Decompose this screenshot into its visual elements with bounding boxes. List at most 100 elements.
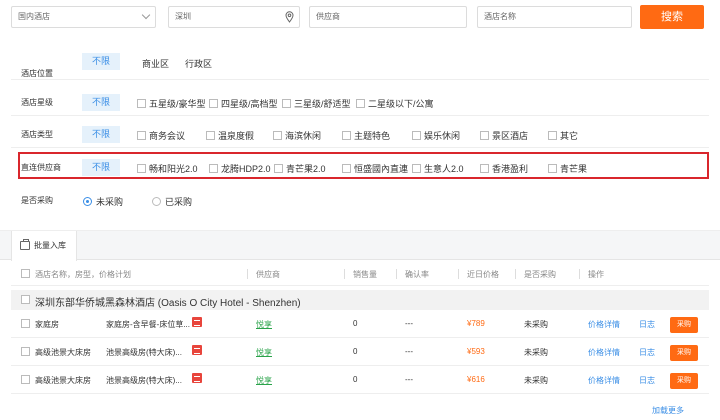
type-option-label: 主题特色 bbox=[354, 131, 391, 141]
purchased-option-no[interactable]: 未采购 bbox=[83, 195, 123, 208]
table-header: 酒店名称，房型，价格计划 供应商 销售量 确认率 近日价格 是否采购 操作 bbox=[11, 262, 709, 286]
purchase-button[interactable]: 采购 bbox=[670, 317, 698, 333]
log-link[interactable]: 日志 bbox=[639, 375, 655, 386]
supplier-highlight-box bbox=[18, 152, 709, 179]
column-divider bbox=[396, 269, 397, 279]
filter-label-star: 酒店星级 bbox=[21, 98, 53, 107]
checkbox[interactable] bbox=[480, 131, 489, 140]
location-option[interactable]: 行政区 bbox=[185, 57, 212, 70]
log-link[interactable]: 日志 bbox=[639, 319, 655, 330]
star-option-label: 五星级/豪华型 bbox=[149, 99, 206, 109]
type-option[interactable]: 娱乐休闲 bbox=[412, 129, 460, 142]
briefcase-icon bbox=[20, 239, 30, 250]
recent-price: ¥616 bbox=[467, 375, 485, 384]
checkbox[interactable] bbox=[282, 99, 291, 108]
row-checkbox[interactable] bbox=[21, 375, 30, 384]
purchased-option-yes[interactable]: 已采购 bbox=[152, 195, 192, 208]
hotel-checkbox[interactable] bbox=[21, 295, 30, 304]
filter-label-location: 酒店位置 bbox=[21, 69, 53, 78]
col-header-sales: 销售量 bbox=[353, 270, 377, 279]
checkbox[interactable] bbox=[548, 131, 557, 140]
checkbox[interactable] bbox=[273, 131, 282, 140]
star-option[interactable]: 四星级/高档型 bbox=[209, 97, 278, 110]
col-header-confirm: 确认率 bbox=[405, 270, 429, 279]
star-option[interactable]: 三星级/舒适型 bbox=[282, 97, 351, 110]
radio-selected[interactable] bbox=[83, 197, 92, 206]
sales-count: 0 bbox=[353, 375, 358, 384]
location-pin-icon bbox=[285, 11, 294, 23]
col-header-purchased: 是否采购 bbox=[524, 270, 556, 279]
col-header-actions: 操作 bbox=[588, 270, 604, 279]
type-unlimited[interactable]: 不限 bbox=[82, 126, 120, 143]
confirm-rate: --- bbox=[405, 347, 413, 356]
checkbox[interactable] bbox=[342, 131, 351, 140]
supplier-link[interactable]: 悦享 bbox=[256, 319, 272, 330]
log-link[interactable]: 日志 bbox=[639, 347, 655, 358]
purchase-button[interactable]: 采购 bbox=[670, 345, 698, 361]
rate-plan: 池景高级房(特大床)... bbox=[106, 376, 182, 385]
type-option[interactable]: 商务会议 bbox=[137, 129, 185, 142]
room-name: 高级池景大床房 bbox=[35, 376, 91, 385]
col-header-supplier: 供应商 bbox=[256, 270, 280, 279]
location-unlimited[interactable]: 不限 bbox=[82, 53, 120, 70]
star-option[interactable]: 二星级以下/公寓 bbox=[356, 97, 434, 110]
filter-row-type: 酒店类型 不限 商务会议 温泉度假 海滨休闲 主题特色 娱乐休闲 景区酒店 其它 bbox=[11, 120, 709, 148]
promo-tag-icon bbox=[192, 345, 202, 355]
scope-select[interactable]: 国内酒店 bbox=[11, 6, 156, 28]
star-option-label: 四星级/高档型 bbox=[221, 99, 278, 109]
filter-row-location: 酒店位置 不限 商业区 行政区 bbox=[11, 46, 709, 80]
purchase-button[interactable]: 采购 bbox=[670, 373, 698, 389]
checkbox[interactable] bbox=[356, 99, 365, 108]
supplier-input[interactable]: 供应商 bbox=[309, 6, 467, 28]
table-row: 高级池景大床房 池景高级房(特大床)... 悦享 0 --- ¥593 未采购 … bbox=[11, 338, 709, 366]
star-option[interactable]: 五星级/豪华型 bbox=[137, 97, 206, 110]
col-header-name: 酒店名称，房型，价格计划 bbox=[35, 270, 131, 279]
type-option[interactable]: 其它 bbox=[548, 129, 578, 142]
price-detail-link[interactable]: 价格详情 bbox=[588, 319, 620, 330]
sales-count: 0 bbox=[353, 319, 358, 328]
column-divider bbox=[515, 269, 516, 279]
row-checkbox[interactable] bbox=[21, 319, 30, 328]
radio[interactable] bbox=[152, 197, 161, 206]
price-detail-link[interactable]: 价格详情 bbox=[588, 375, 620, 386]
column-divider bbox=[579, 269, 580, 279]
star-unlimited[interactable]: 不限 bbox=[82, 94, 120, 111]
type-option[interactable]: 海滨休闲 bbox=[273, 129, 321, 142]
rate-plan: 池景高级房(特大床)... bbox=[106, 348, 182, 357]
chevron-down-icon bbox=[141, 10, 151, 20]
checkbox[interactable] bbox=[209, 99, 218, 108]
load-more-link[interactable]: 加载更多 bbox=[652, 405, 684, 416]
table-row: 家庭房 家庭房-含早餐-床位草... 悦享 0 --- ¥789 未采购 价格详… bbox=[11, 310, 709, 338]
location-option[interactable]: 商业区 bbox=[142, 57, 169, 70]
city-input[interactable]: 深圳 bbox=[168, 6, 300, 28]
search-button[interactable]: 搜索 bbox=[640, 5, 704, 29]
confirm-rate: --- bbox=[405, 319, 413, 328]
supplier-link[interactable]: 悦享 bbox=[256, 375, 272, 386]
checkbox[interactable] bbox=[206, 131, 215, 140]
promo-tag-icon bbox=[192, 373, 202, 383]
purchased-option-label: 未采购 bbox=[96, 197, 124, 207]
filter-row-star: 酒店星级 不限 五星级/豪华型 四星级/高档型 三星级/舒适型 二星级以下/公寓 bbox=[11, 88, 709, 116]
type-option[interactable]: 温泉度假 bbox=[206, 129, 254, 142]
checkbox[interactable] bbox=[137, 131, 146, 140]
checkbox[interactable] bbox=[137, 99, 146, 108]
select-all-checkbox[interactable] bbox=[21, 269, 30, 278]
price-detail-link[interactable]: 价格详情 bbox=[588, 347, 620, 358]
column-divider bbox=[247, 269, 248, 279]
checkbox[interactable] bbox=[412, 131, 421, 140]
filter-label-purchased: 是否采购 bbox=[21, 196, 53, 205]
tab-batch-import[interactable]: 批量入库 bbox=[11, 231, 77, 261]
filter-label-type: 酒店类型 bbox=[21, 130, 53, 139]
search-bar: 国内酒店 深圳 供应商 酒店名称 搜索 bbox=[0, 0, 720, 36]
type-option-label: 其它 bbox=[560, 131, 579, 141]
type-option[interactable]: 主题特色 bbox=[342, 129, 390, 142]
star-option-label: 二星级以下/公寓 bbox=[368, 99, 434, 109]
supplier-link[interactable]: 悦享 bbox=[256, 347, 272, 358]
hotel-name-input[interactable]: 酒店名称 bbox=[477, 6, 632, 28]
row-checkbox[interactable] bbox=[21, 347, 30, 356]
city-value: 深圳 bbox=[175, 12, 191, 21]
confirm-rate: --- bbox=[405, 375, 413, 384]
filter-panel: 酒店位置 不限 商业区 行政区 酒店星级 不限 五星级/豪华型 四星级/高档型 … bbox=[11, 46, 709, 214]
tab-bar: 批量入库 bbox=[0, 230, 720, 261]
type-option[interactable]: 景区酒店 bbox=[480, 129, 528, 142]
